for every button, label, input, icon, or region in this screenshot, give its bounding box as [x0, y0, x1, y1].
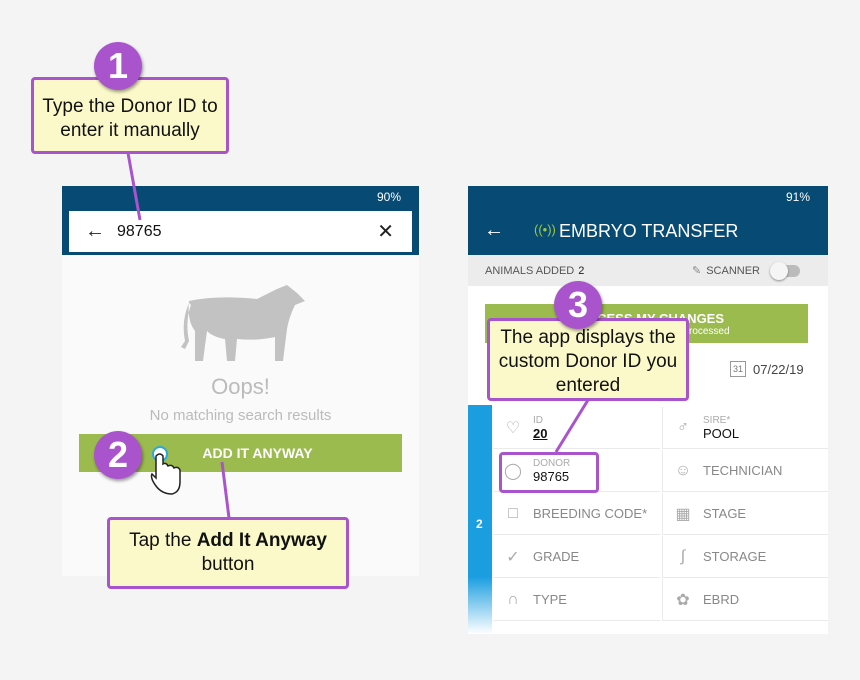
callout-step3: The app displays the custom Donor ID you…	[487, 318, 689, 401]
step2-badge: 2	[94, 431, 142, 479]
callout-step1-text: Type the Donor ID to enter it manually	[42, 95, 218, 141]
callout-step2: Tap the Add It Anyway button	[107, 517, 349, 589]
step3-badge: 3	[554, 281, 602, 329]
callout-step3-text: The app displays the custom Donor ID you…	[498, 326, 678, 396]
callout-step1: Type the Donor ID to enter it manually	[31, 77, 229, 154]
callout-step2-post: button	[201, 554, 255, 575]
callout-step2-pre: Tap the	[129, 530, 192, 551]
step1-badge: 1	[94, 42, 142, 90]
donor-highlight	[499, 452, 599, 493]
callout-step2-bold: Add It Anyway	[196, 530, 327, 551]
